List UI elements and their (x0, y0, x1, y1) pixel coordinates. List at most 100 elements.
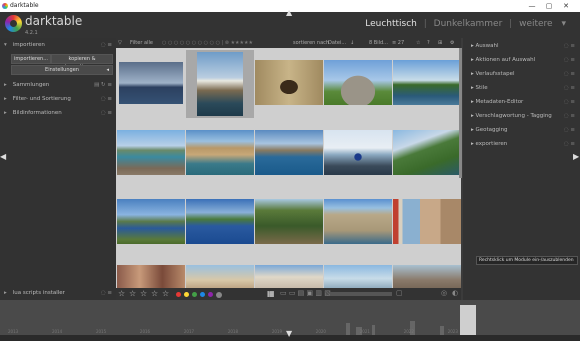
module-icons[interactable]: ▤ ↻ ≡ (94, 80, 112, 90)
lua-module-header[interactable]: ▸ lua scripts installer ◌ ≡ (4, 288, 112, 298)
view-lighttable[interactable]: Leuchttisch (365, 19, 417, 29)
thumbnail-image (324, 60, 392, 105)
module-reset-icon[interactable]: ◌ ≡ (101, 40, 112, 50)
color-label-blue[interactable] (200, 292, 205, 297)
view-more-dropdown-icon[interactable]: ▾ (561, 19, 566, 29)
zoom-entry[interactable]: ▢ (396, 289, 403, 297)
thumbnail-image (197, 52, 243, 116)
thumbnail-cell[interactable] (186, 188, 254, 256)
module-icons[interactable]: ◌ ≡ (564, 124, 575, 136)
thumbnail-cell[interactable] (255, 188, 323, 256)
grid-layout-icon[interactable]: ▦ (267, 289, 275, 298)
thumbnail-cell[interactable] (117, 119, 185, 187)
image-count: 8 Bild... (369, 40, 388, 46)
module-icons[interactable]: ◌ ≡ (564, 96, 575, 108)
thumbnail-cell[interactable] (255, 50, 323, 118)
module-icons[interactable]: ◌ ≡ (101, 94, 112, 104)
color-label-red[interactable] (176, 292, 181, 297)
module-icons[interactable]: ◌ ≡ (564, 54, 575, 66)
module-icons[interactable]: ◌ ≡ (564, 110, 575, 122)
thumbnail-image (186, 199, 254, 244)
module-styles[interactable]: ▸ Stile ◌ ≡ (471, 82, 575, 94)
help-icon[interactable]: ? (427, 38, 430, 48)
maximize-button[interactable]: ▢ (541, 0, 557, 12)
module-icons[interactable]: ◌ ≡ (564, 138, 575, 150)
settings-icon[interactable]: ⚙ (450, 38, 454, 48)
module-selection[interactable]: ▸ Auswahl ◌ ≡ (471, 40, 575, 52)
top-panel-toggle-icon[interactable]: ▲ (286, 8, 292, 17)
focus-peaking-icon[interactable]: ◎ (441, 289, 447, 297)
thumbnail-cell[interactable] (324, 257, 392, 288)
module-export[interactable]: ▸ exportieren ◌ ≡ (471, 138, 575, 150)
module-icons[interactable]: ◌ ≡ (564, 82, 575, 94)
module-metadata-editor[interactable]: ▸ Metadaten-Editor ◌ ≡ (471, 96, 575, 108)
thumbnail-cell[interactable] (255, 257, 323, 288)
layout-icons[interactable]: ▭ ▭ ▤ ▣ ▥ ▧ (280, 289, 331, 297)
grouping-icon[interactable]: ⊞ (438, 38, 442, 48)
bottom-panel-toggle-icon[interactable]: ▼ (286, 329, 292, 338)
rating-star-1[interactable]: ☆ (118, 289, 125, 298)
thumbnail-image (255, 60, 323, 105)
thumbnail-cell[interactable] (117, 257, 185, 288)
color-label-clear[interactable] (216, 292, 222, 298)
thumbnail-cell[interactable] (324, 50, 392, 118)
rating-star-3[interactable]: ☆ (140, 289, 147, 298)
color-label-yellow[interactable] (184, 292, 189, 297)
zoom-slider[interactable] (330, 292, 392, 296)
darktable-logo (5, 15, 22, 32)
right-panel-toggle-icon[interactable]: ▶ (573, 152, 579, 161)
module-icons[interactable]: ◌ ≡ (101, 108, 112, 118)
import-module-header[interactable]: ▾ importieren ◌ ≡ (4, 40, 112, 50)
filter-select[interactable]: alle (144, 38, 153, 48)
thumbnail-cell[interactable] (117, 50, 185, 118)
timeline-selection[interactable] (460, 305, 476, 335)
grid-scrollbar[interactable] (459, 48, 462, 178)
thumbnail-image (324, 130, 392, 175)
collections-module-header[interactable]: ▸ Sammlungen ▤ ↻ ≡ (4, 80, 112, 90)
copy-import-button[interactable]: kopieren & importieren... (51, 54, 113, 70)
left-panel-toggle-icon[interactable]: ◀ (0, 152, 6, 161)
thumbnail-cell[interactable] (186, 119, 254, 187)
module-icons[interactable]: ◌ ≡ (564, 40, 575, 52)
rating-star-2[interactable]: ☆ (129, 289, 136, 298)
thumbnail-cell[interactable] (186, 50, 254, 118)
thumbnail-cell[interactable] (324, 188, 392, 256)
thumbnail-cell[interactable] (186, 257, 254, 288)
thumbnail-cell[interactable] (393, 188, 461, 256)
thumbnail-image (255, 199, 323, 244)
sort-order-icon[interactable]: ↓ (350, 38, 354, 48)
import-settings-button[interactable]: Einstellungen ◂ (11, 65, 113, 75)
module-icons[interactable]: ◌ ≡ (101, 288, 112, 298)
sort-select[interactable]: Datei... (328, 38, 346, 48)
thumbnail-cell[interactable] (393, 119, 461, 187)
display-profile-icon[interactable]: ◐ (452, 289, 458, 297)
close-button[interactable]: ✕ (558, 0, 574, 12)
module-icons[interactable]: ◌ ≡ (564, 68, 575, 80)
view-separator: | (423, 19, 427, 29)
view-darkroom[interactable]: Dunkelkammer (434, 19, 503, 29)
rating-star-5[interactable]: ☆ (162, 289, 169, 298)
collections-label: Sammlungen (12, 82, 50, 88)
module-history-stack[interactable]: ▸ Verlaufsstapel ◌ ≡ (471, 68, 575, 80)
star-icon[interactable]: ☆ (416, 38, 420, 48)
view-more[interactable]: weitere (519, 19, 553, 29)
view-switcher: Leuchttisch | Dunkelkammer | weitere ▾ (365, 19, 566, 29)
module-selected-images[interactable]: ▸ Aktionen auf Auswahl ◌ ≡ (471, 54, 575, 66)
thumbnail-cell[interactable] (117, 188, 185, 256)
filter-sort-module-header[interactable]: ▸ Filter- und Sortierung ◌ ≡ (4, 94, 112, 104)
thumbnail-cell[interactable] (324, 119, 392, 187)
minimize-button[interactable]: — (524, 0, 540, 12)
thumbnail-cell[interactable] (255, 119, 323, 187)
color-label-green[interactable] (192, 292, 197, 297)
color-label-purple[interactable] (208, 292, 213, 297)
image-info-module-header[interactable]: ▸ Bildinformationen ◌ ≡ (4, 108, 112, 118)
rating-star-4[interactable]: ☆ (151, 289, 158, 298)
color-filter-icons[interactable]: ○ ○ ○ ○ ○ ○ ○ ○ ○ ○ | ⊗ ★★★★★ (162, 38, 253, 48)
import-button[interactable]: importieren... (11, 54, 51, 64)
module-geotagging[interactable]: ▸ Geotagging ◌ ≡ (471, 124, 575, 136)
module-tagging[interactable]: ▸ Verschlagwortung - Tagging ◌ ≡ (471, 110, 575, 122)
thumbnail-cell[interactable] (393, 50, 461, 118)
thumbnail-image (393, 265, 461, 288)
thumbnail-cell[interactable] (393, 257, 461, 288)
image-info-label: Bildinformationen (12, 110, 62, 116)
